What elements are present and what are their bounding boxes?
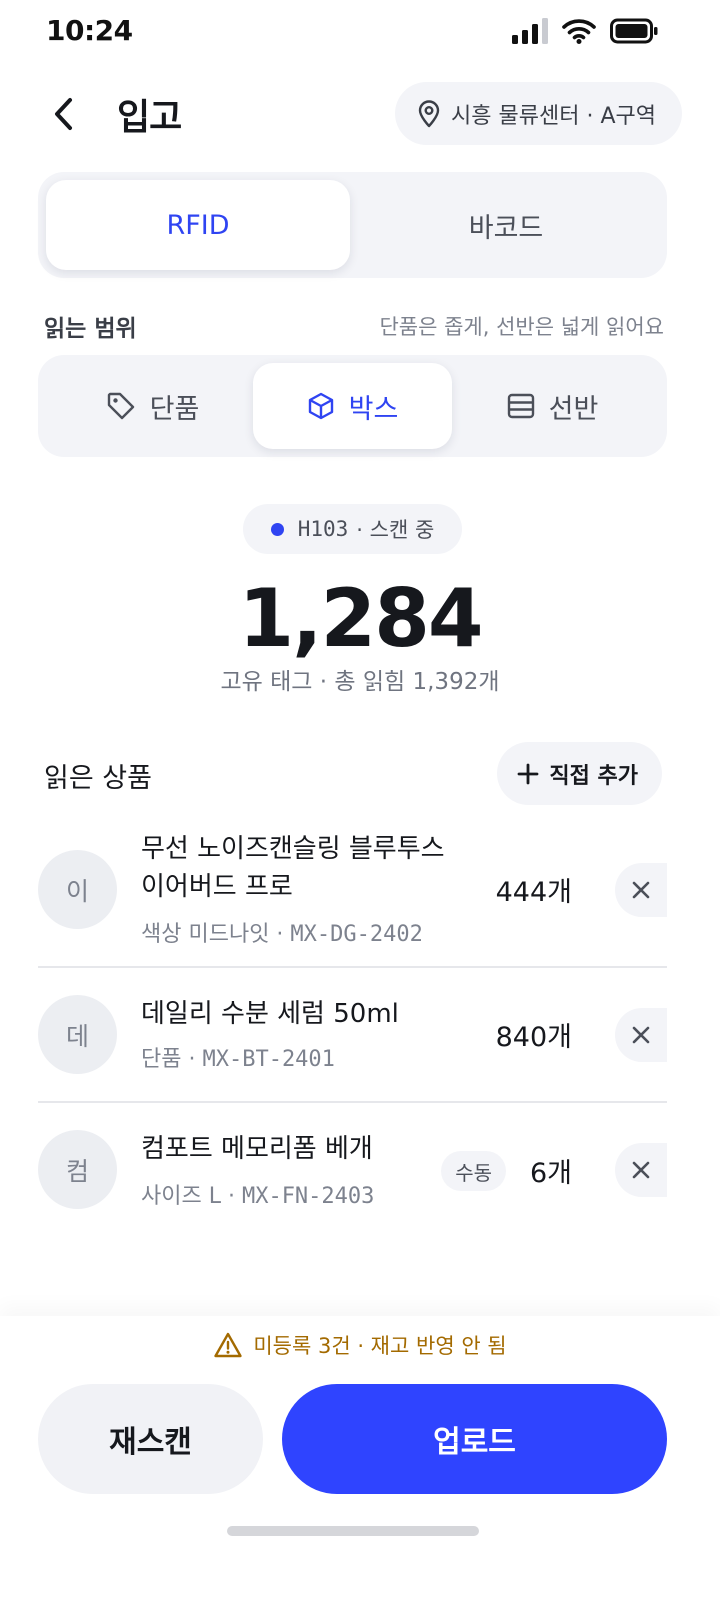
scan-status-text: · 스캔 중 xyxy=(356,518,435,542)
close-icon xyxy=(632,881,650,899)
product-variant: 사이즈 L · xyxy=(141,1184,242,1209)
range-option-shelf-label: 선반 xyxy=(548,393,599,425)
remove-item-button[interactable] xyxy=(615,863,667,917)
divider xyxy=(38,1101,667,1103)
product-meta: 단품 · MX-BT-2401 xyxy=(141,1041,335,1073)
product-name-line: 무선 노이즈캔슬링 블루투스 xyxy=(141,834,445,864)
read-range-label: 읽는 범위 xyxy=(44,316,137,342)
home-indicator xyxy=(227,1526,479,1536)
product-avatar: 데 xyxy=(38,995,117,1074)
list-item: 이 무선 노이즈캔슬링 블루투스 이어버드 프로 색상 미드나잇 · MX-DG… xyxy=(38,830,667,960)
read-range-row: 읽는 범위 단품은 좁게, 선반은 넓게 읽어요 xyxy=(44,306,664,346)
unique-tag-count: 1,284 xyxy=(238,572,483,665)
product-meta: 사이즈 L · MX-FN-2403 xyxy=(141,1178,374,1210)
range-option-item[interactable]: 단품 xyxy=(53,363,252,449)
product-name: 무선 노이즈캔슬링 블루투스 이어버드 프로 xyxy=(141,830,445,906)
chevron-left-icon xyxy=(55,98,72,130)
read-range-hint: 단품은 좁게, 선반은 넓게 읽어요 xyxy=(379,315,664,339)
range-option-box[interactable]: 박스 xyxy=(253,363,452,449)
warning-icon xyxy=(214,1332,243,1358)
product-sku: MX-DG-2402 xyxy=(290,922,423,947)
box-icon xyxy=(308,392,333,420)
product-quantity: 6개 xyxy=(529,1158,572,1189)
signal-icon xyxy=(512,18,548,44)
product-variant: 단품 · xyxy=(141,1047,203,1072)
product-quantity: 444개 xyxy=(495,877,572,908)
upload-button[interactable]: 업로드 xyxy=(282,1384,667,1494)
product-sku: MX-BT-2401 xyxy=(202,1047,335,1072)
status-icons xyxy=(512,18,658,44)
unregistered-warning: 미등록 3건 · 재고 반영 안 됨 xyxy=(0,1330,720,1360)
divider xyxy=(38,966,667,968)
product-name: 컴포트 메모리폼 베개 xyxy=(141,1134,373,1164)
status-time: 10:24 xyxy=(46,14,133,47)
header: 입고 시흥 물류센터 · A구역 xyxy=(0,78,720,150)
scan-mode-toggle: RFID 바코드 xyxy=(38,172,667,278)
range-option-item-label: 단품 xyxy=(149,393,200,425)
rescan-button[interactable]: 재스캔 xyxy=(38,1384,263,1494)
list-item: 컴 컴포트 메모리폼 베개 사이즈 L · MX-FN-2403 수동 6개 xyxy=(38,1128,667,1228)
manual-add-button[interactable]: 직접 추가 xyxy=(497,742,662,805)
read-items-header: 읽은 상품 직접 추가 xyxy=(44,742,664,806)
product-name: 데일리 수분 세럼 50ml xyxy=(141,999,399,1029)
remove-item-button[interactable] xyxy=(615,1143,667,1197)
plus-icon xyxy=(517,763,539,784)
range-option-shelf[interactable]: 선반 xyxy=(453,363,652,449)
product-meta: 색상 미드나잇 · MX-DG-2402 xyxy=(141,916,423,948)
bottom-action-bar: 미등록 3건 · 재고 반영 안 됨 재스캔 업로드 xyxy=(0,1316,720,1600)
read-range-toggle: 단품 박스 선반 xyxy=(38,355,667,457)
tag-icon xyxy=(107,392,134,420)
scanning-dot xyxy=(270,522,284,536)
close-icon xyxy=(632,1161,650,1179)
product-sku: MX-FN-2403 xyxy=(241,1184,375,1209)
wifi-icon xyxy=(562,19,596,44)
list-item: 데 데일리 수분 세럼 50ml 단품 · MX-BT-2401 840개 xyxy=(38,990,667,1090)
close-icon xyxy=(632,1026,650,1044)
warning-text: 미등록 3건 · 재고 반영 안 됨 xyxy=(253,1334,507,1358)
page-title: 입고 xyxy=(117,97,182,138)
product-avatar: 이 xyxy=(38,850,117,929)
back-button[interactable] xyxy=(40,90,88,138)
read-summary: 고유 태그 · 총 읽힘 1,392개 xyxy=(220,669,500,695)
manual-badge: 수동 xyxy=(441,1151,506,1191)
manual-add-label: 직접 추가 xyxy=(549,763,638,789)
scan-device-code: H103 xyxy=(297,517,349,541)
battery-icon xyxy=(610,18,658,44)
product-variant: 색상 미드나잇 · xyxy=(141,922,291,947)
range-option-box-label: 박스 xyxy=(348,393,399,425)
shelf-icon xyxy=(507,393,534,419)
product-name-line: 이어버드 프로 xyxy=(141,872,293,902)
tab-barcode[interactable]: 바코드 xyxy=(354,180,658,270)
location-label: 시흥 물류센터 · A구역 xyxy=(451,103,656,129)
location-pin-icon xyxy=(418,99,440,127)
read-items-title: 읽은 상품 xyxy=(44,763,152,794)
product-avatar: 컴 xyxy=(38,1130,117,1209)
scan-status-chip: H103 · 스캔 중 xyxy=(243,504,462,554)
tab-rfid[interactable]: RFID xyxy=(46,180,350,270)
product-quantity: 840개 xyxy=(495,1022,572,1053)
location-chip[interactable]: 시흥 물류센터 · A구역 xyxy=(395,82,682,145)
remove-item-button[interactable] xyxy=(615,1008,667,1062)
status-bar: 10:24 xyxy=(0,0,720,68)
